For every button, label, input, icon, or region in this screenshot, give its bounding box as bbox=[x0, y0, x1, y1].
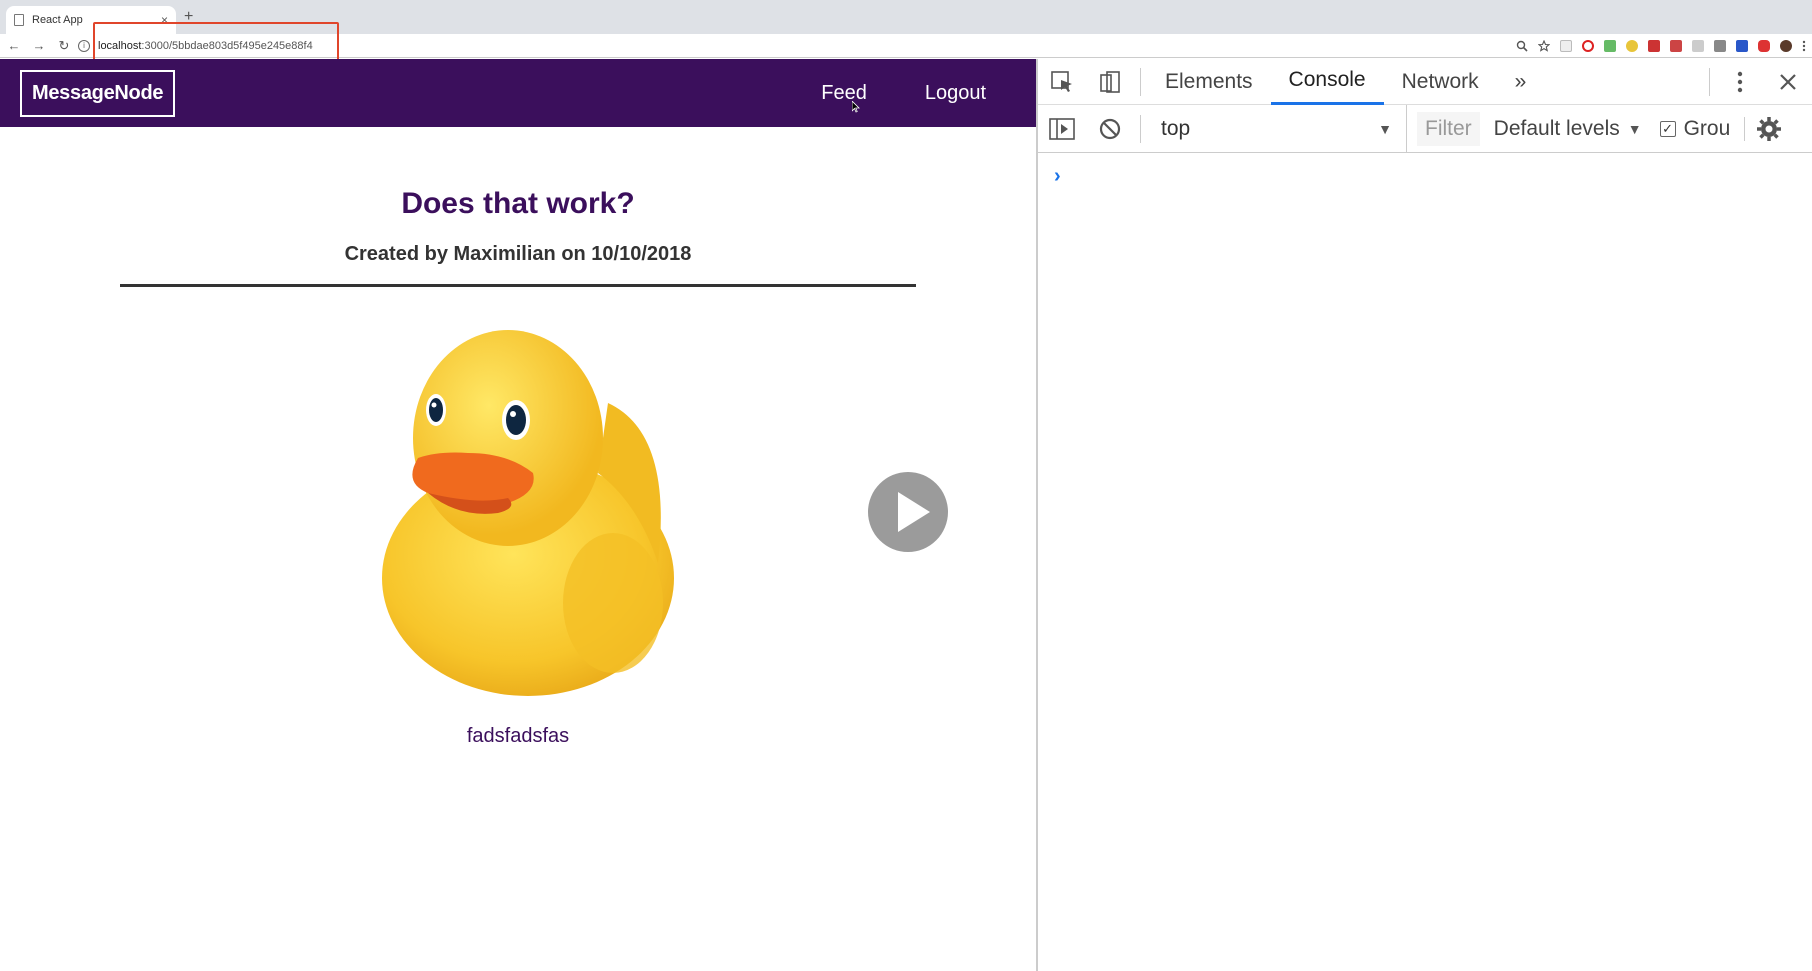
menu-icon[interactable] bbox=[1802, 40, 1806, 52]
group-similar-toggle[interactable]: ✓ Grou bbox=[1659, 116, 1746, 141]
extension-icon[interactable] bbox=[1714, 40, 1726, 52]
post-title: Does that work? bbox=[401, 187, 635, 220]
show-sidebar-icon[interactable] bbox=[1038, 106, 1086, 152]
toolbar-divider bbox=[1140, 114, 1141, 143]
app-header: MessageNode Feed Logout bbox=[0, 59, 1036, 127]
nav-logout-link[interactable]: Logout bbox=[925, 82, 986, 105]
mouse-cursor-icon bbox=[852, 101, 860, 113]
app-logo[interactable]: MessageNode bbox=[20, 69, 176, 117]
console-filter-input[interactable]: Filter bbox=[1417, 111, 1480, 146]
extension-icon[interactable] bbox=[1736, 40, 1748, 52]
log-levels-dropdown[interactable]: Default levels ▼ bbox=[1494, 117, 1642, 141]
checkbox-checked-icon[interactable]: ✓ bbox=[1659, 120, 1676, 137]
post-content: fadsfadsfas bbox=[466, 725, 570, 747]
post-divider bbox=[120, 284, 916, 287]
close-devtools-icon[interactable] bbox=[1764, 59, 1812, 105]
device-toolbar-icon[interactable] bbox=[1086, 59, 1134, 105]
inspect-element-icon[interactable] bbox=[1038, 59, 1086, 105]
avatar[interactable] bbox=[1780, 40, 1792, 52]
forward-button[interactable]: → bbox=[28, 38, 50, 53]
kebab-menu-icon[interactable] bbox=[1716, 59, 1764, 105]
rubber-duck-image bbox=[382, 330, 674, 696]
post-image bbox=[358, 313, 678, 703]
console-toolbar: top ▼ Filter Default levels ▼ ✓ Grou bbox=[1038, 104, 1812, 153]
extension-icon[interactable] bbox=[1604, 40, 1616, 52]
opera-icon[interactable] bbox=[1582, 40, 1594, 52]
extension-icon[interactable] bbox=[1560, 40, 1572, 52]
extension-icon[interactable] bbox=[1692, 40, 1704, 52]
play-icon bbox=[898, 492, 930, 532]
zoom-icon[interactable] bbox=[1516, 40, 1528, 52]
clear-console-icon[interactable] bbox=[1086, 106, 1134, 152]
more-tabs-icon[interactable]: » bbox=[1497, 59, 1545, 105]
video-play-button[interactable] bbox=[868, 472, 948, 552]
devtools-panel: Elements Console Network » top ▼ Filter … bbox=[1036, 59, 1812, 971]
settings-gear-icon[interactable] bbox=[1745, 106, 1793, 152]
info-icon[interactable]: i bbox=[78, 40, 90, 52]
console-prompt[interactable]: › bbox=[1054, 165, 1812, 188]
toolbar-divider bbox=[1709, 68, 1710, 96]
tab-elements[interactable]: Elements bbox=[1147, 59, 1271, 105]
post-meta: Created by Maximilian on 10/10/2018 bbox=[344, 243, 692, 265]
star-icon[interactable] bbox=[1538, 40, 1550, 52]
extension-toolbar bbox=[1516, 36, 1806, 56]
reload-button[interactable]: ↻ bbox=[53, 38, 75, 54]
context-selector[interactable]: top ▼ bbox=[1147, 104, 1407, 153]
extension-icon[interactable] bbox=[1626, 40, 1638, 52]
devtools-window-controls bbox=[1703, 59, 1812, 105]
group-similar-label: Grou bbox=[1683, 116, 1731, 140]
dropdown-arrow-icon: ▼ bbox=[1378, 120, 1392, 137]
single-post: Does that work? Created by Maximilian on… bbox=[0, 187, 1036, 748]
app-viewport: MessageNode Feed Logout Does that work? … bbox=[0, 59, 1036, 971]
dropdown-arrow-icon: ▼ bbox=[1627, 120, 1642, 137]
tab-network[interactable]: Network bbox=[1384, 59, 1497, 105]
toolbar-divider bbox=[1140, 67, 1141, 96]
context-value: top bbox=[1161, 116, 1191, 140]
devtools-tabbar: Elements Console Network » bbox=[1038, 59, 1812, 105]
back-button[interactable]: ← bbox=[3, 38, 25, 53]
tab-console[interactable]: Console bbox=[1270, 59, 1384, 105]
abp-icon[interactable] bbox=[1758, 40, 1770, 52]
main-nav: Feed Logout bbox=[821, 59, 986, 127]
log-levels-label: Default levels bbox=[1493, 116, 1620, 140]
extension-icon[interactable] bbox=[1648, 40, 1660, 52]
page-icon bbox=[14, 14, 24, 26]
extension-icon[interactable] bbox=[1670, 40, 1682, 52]
